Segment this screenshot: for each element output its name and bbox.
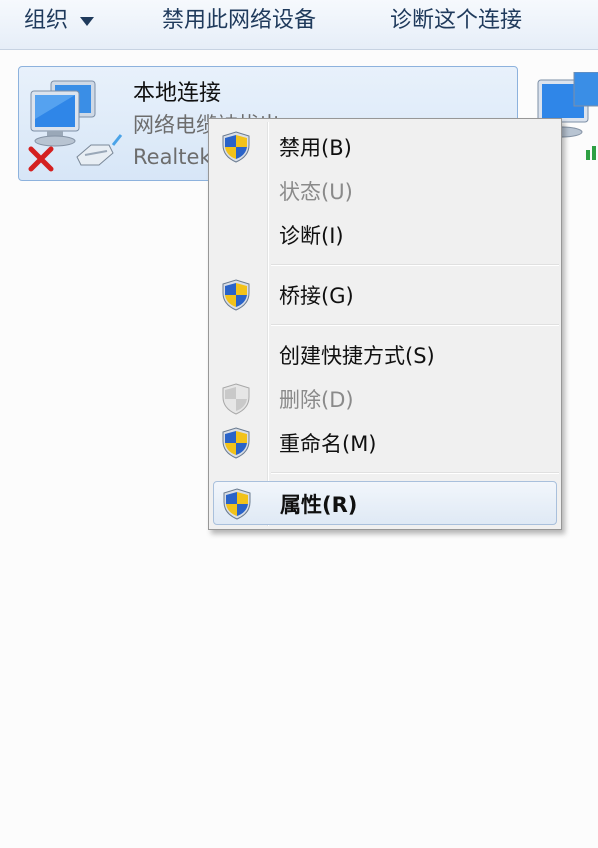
- command-bar: 组织 禁用此网络设备 诊断这个连接: [0, 0, 598, 50]
- menu-item-label: 桥接(G): [279, 284, 354, 308]
- uac-shield-icon: [222, 427, 250, 459]
- chevron-down-icon: [80, 16, 95, 26]
- menu-item-bridge[interactable]: 桥接(G): [213, 273, 557, 317]
- menu-item-label: 重命名(M): [279, 432, 377, 456]
- uac-shield-icon: [222, 131, 250, 163]
- menu-separator: [271, 264, 559, 266]
- menu-item-create-shortcut[interactable]: 创建快捷方式(S): [213, 333, 557, 377]
- disconnected-x-icon: [28, 146, 54, 172]
- uac-shield-icon: [223, 488, 251, 520]
- connection-device: Realtek: [133, 145, 212, 169]
- menu-separator: [271, 324, 559, 326]
- menu-item-status[interactable]: 状态(U): [213, 169, 557, 213]
- uac-shield-icon: [222, 279, 250, 311]
- diagnose-connection-button[interactable]: 诊断这个连接: [390, 6, 522, 36]
- menu-item-diagnose[interactable]: 诊断(I): [213, 213, 557, 257]
- disable-device-button[interactable]: 禁用此网络设备: [162, 6, 316, 36]
- menu-separator: [271, 472, 559, 474]
- menu-item-label: 创建快捷方式(S): [279, 344, 435, 368]
- organize-label: 组织: [24, 8, 69, 33]
- menu-item-label: 禁用(B): [279, 136, 352, 160]
- menu-item-label: 状态(U): [279, 180, 353, 204]
- menu-item-disable[interactable]: 禁用(B): [213, 125, 557, 169]
- connection-name: 本地连接: [133, 81, 222, 106]
- menu-item-delete[interactable]: 删除(D): [213, 377, 557, 421]
- uac-shield-disabled-icon: [222, 383, 250, 415]
- menu-item-label: 删除(D): [279, 388, 354, 412]
- menu-item-label: 诊断(I): [279, 224, 344, 248]
- organize-button[interactable]: 组织: [24, 6, 95, 36]
- menu-item-properties[interactable]: 属性(R): [213, 481, 557, 525]
- menu-item-rename[interactable]: 重命名(M): [213, 421, 557, 465]
- context-menu: 禁用(B) 状态(U) 诊断(I) 桥接(G) 创建快捷方式(S) 删除(D): [208, 118, 562, 530]
- menu-item-label: 属性(R): [280, 493, 358, 517]
